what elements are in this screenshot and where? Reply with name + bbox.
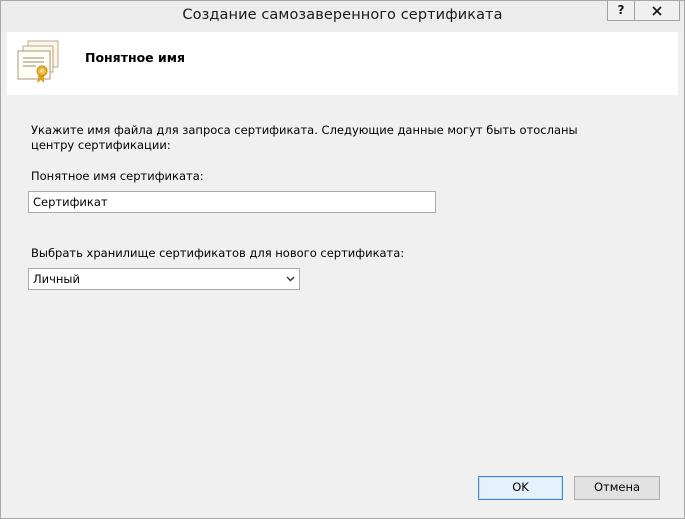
store-select[interactable]: Личный — [28, 268, 300, 290]
store-select-value: Личный — [33, 272, 80, 286]
friendly-name-input[interactable] — [28, 191, 436, 213]
description-text: Укажите имя файла для запроса сертификат… — [31, 123, 578, 152]
certificate-icon — [17, 40, 59, 83]
title-bar[interactable]: Создание самозаверенного сертификата ? — [1, 1, 684, 32]
wizard-content: Укажите имя файла для запроса сертификат… — [7, 95, 678, 513]
friendly-name-label: Понятное имя сертификата: — [31, 169, 204, 183]
store-label: Выбрать хранилище сертификатов для новог… — [31, 246, 405, 260]
close-button[interactable] — [634, 1, 680, 21]
page-title: Понятное имя — [85, 50, 186, 65]
close-icon — [652, 6, 662, 16]
cancel-button[interactable]: Отмена — [574, 476, 660, 500]
window-title: Создание самозаверенного сертификата — [182, 7, 503, 23]
ok-button[interactable]: OK — [478, 476, 563, 500]
help-button[interactable]: ? — [607, 1, 635, 21]
dialog-window: Создание самозаверенного сертификата ? П… — [0, 0, 685, 519]
wizard-header: Понятное имя — [7, 32, 678, 96]
chevron-down-icon — [286, 276, 295, 282]
